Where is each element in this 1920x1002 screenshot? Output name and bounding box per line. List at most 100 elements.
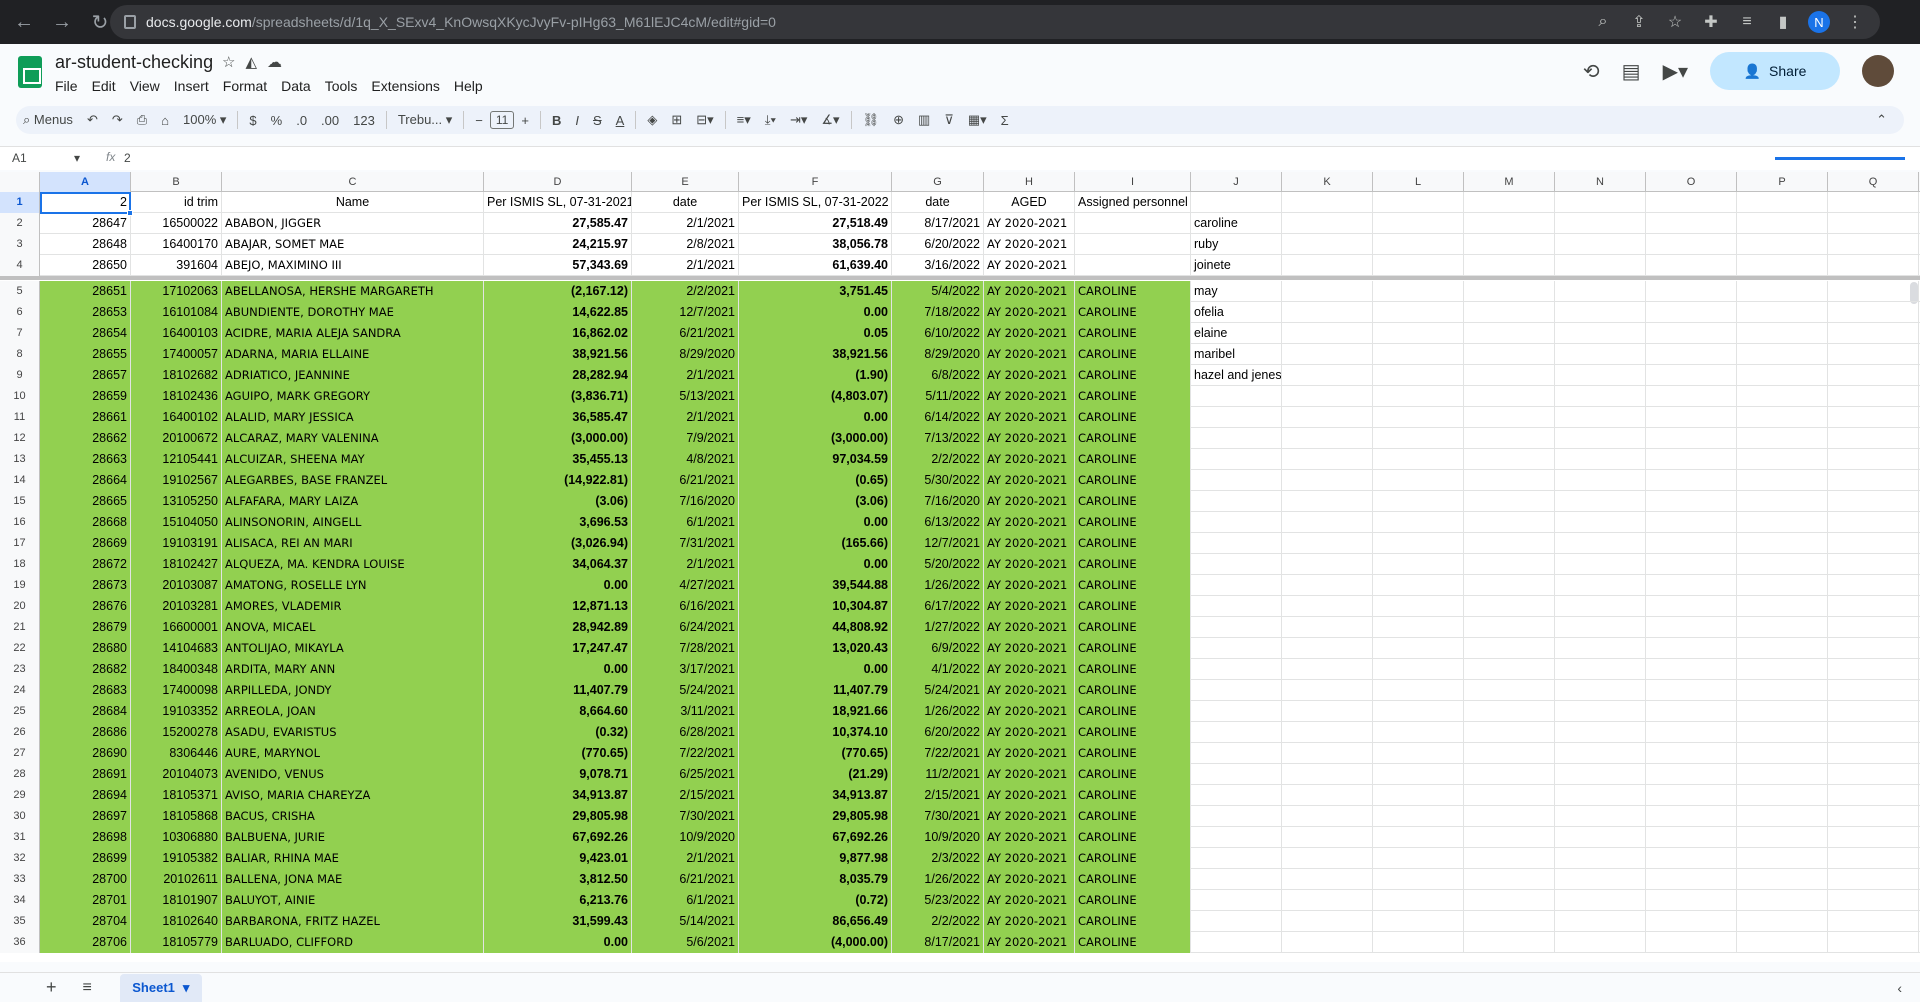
cell-a3[interactable]: 28648 (40, 234, 131, 255)
cell-b17[interactable]: 19103191 (131, 533, 222, 554)
cell-g33[interactable]: 1/26/2022 (892, 869, 984, 890)
cell-m12[interactable] (1464, 428, 1555, 449)
cell-k24[interactable] (1282, 680, 1373, 701)
cell-g3[interactable]: 6/20/2022 (892, 234, 984, 255)
cell-f31[interactable]: 67,692.26 (739, 827, 892, 848)
cell-m28[interactable] (1464, 764, 1555, 785)
cell-e12[interactable]: 7/9/2021 (632, 428, 739, 449)
cell-k12[interactable] (1282, 428, 1373, 449)
cell-b8[interactable]: 17400057 (131, 344, 222, 365)
formula-input[interactable]: 2 (124, 151, 131, 165)
cell-m8[interactable] (1464, 344, 1555, 365)
cell-c15[interactable]: ALFAFARA, MARY LAIZA (222, 491, 484, 512)
cell-m1[interactable] (1464, 192, 1555, 213)
cell-n18[interactable] (1555, 554, 1646, 575)
cell-k14[interactable] (1282, 470, 1373, 491)
cell-o29[interactable] (1646, 785, 1737, 806)
cell-a11[interactable]: 28661 (40, 407, 131, 428)
cell-f3[interactable]: 38,056.78 (739, 234, 892, 255)
cell-k4[interactable] (1282, 255, 1373, 276)
side-panel-icon[interactable]: ▮ (1772, 12, 1794, 32)
menu-view[interactable]: View (123, 76, 167, 96)
row-number[interactable]: 25 (0, 701, 40, 722)
cell-i24[interactable]: CAROLINE (1075, 680, 1191, 701)
cell-k13[interactable] (1282, 449, 1373, 470)
cell-f5[interactable]: 3,751.45 (739, 281, 892, 302)
cell-k26[interactable] (1282, 722, 1373, 743)
cell-q33[interactable] (1828, 869, 1919, 890)
cell-i21[interactable]: CAROLINE (1075, 617, 1191, 638)
cell-b15[interactable]: 13105250 (131, 491, 222, 512)
cell-h2[interactable]: AY 2020-2021 (984, 213, 1075, 234)
cell-k1[interactable] (1282, 192, 1373, 213)
cell-o21[interactable] (1646, 617, 1737, 638)
cell-k16[interactable] (1282, 512, 1373, 533)
cell-f1[interactable]: Per ISMIS SL, 07-31-2022 (739, 192, 892, 213)
cell-j5[interactable]: may (1191, 281, 1282, 302)
cell-f24[interactable]: 11,407.79 (739, 680, 892, 701)
cell-g2[interactable]: 8/17/2021 (892, 213, 984, 234)
cell-f25[interactable]: 18,921.66 (739, 701, 892, 722)
cell-a7[interactable]: 28654 (40, 323, 131, 344)
cell-k6[interactable] (1282, 302, 1373, 323)
cell-g8[interactable]: 8/29/2020 (892, 344, 984, 365)
cell-b6[interactable]: 16101084 (131, 302, 222, 323)
column-header-p[interactable]: P (1737, 172, 1828, 192)
cell-a32[interactable]: 28699 (40, 848, 131, 869)
cell-d33[interactable]: 3,812.50 (484, 869, 632, 890)
cell-q23[interactable] (1828, 659, 1919, 680)
cell-c36[interactable]: BARLUADO, CLIFFORD (222, 932, 484, 953)
cell-j9[interactable]: hazel and jenesel (1191, 365, 1282, 386)
cell-e22[interactable]: 7/28/2021 (632, 638, 739, 659)
cell-j18[interactable] (1191, 554, 1282, 575)
cell-o25[interactable] (1646, 701, 1737, 722)
cell-p21[interactable] (1737, 617, 1828, 638)
cell-h28[interactable]: AY 2020-2021 (984, 764, 1075, 785)
cell-j25[interactable] (1191, 701, 1282, 722)
cell-a8[interactable]: 28655 (40, 344, 131, 365)
cell-a25[interactable]: 28684 (40, 701, 131, 722)
cell-a27[interactable]: 28690 (40, 743, 131, 764)
cell-o30[interactable] (1646, 806, 1737, 827)
cell-k7[interactable] (1282, 323, 1373, 344)
cell-j1[interactable] (1191, 192, 1282, 213)
cell-m5[interactable] (1464, 281, 1555, 302)
cell-b4[interactable]: 391604 (131, 255, 222, 276)
search-menus-icon[interactable]: ⌕ Menus (16, 112, 80, 128)
cell-l1[interactable] (1373, 192, 1464, 213)
cell-g13[interactable]: 2/2/2022 (892, 449, 984, 470)
more-formats-button[interactable]: 123 (346, 113, 382, 128)
column-header-l[interactable]: L (1373, 172, 1464, 192)
cell-q15[interactable] (1828, 491, 1919, 512)
cell-q1[interactable] (1828, 192, 1919, 213)
cell-p23[interactable] (1737, 659, 1828, 680)
cell-l20[interactable] (1373, 596, 1464, 617)
cell-p15[interactable] (1737, 491, 1828, 512)
cell-q10[interactable] (1828, 386, 1919, 407)
cell-q16[interactable] (1828, 512, 1919, 533)
cell-p6[interactable] (1737, 302, 1828, 323)
cell-i28[interactable]: CAROLINE (1075, 764, 1191, 785)
column-header-g[interactable]: G (892, 172, 984, 192)
cell-b9[interactable]: 18102682 (131, 365, 222, 386)
row-number[interactable]: 32 (0, 848, 40, 869)
cell-m21[interactable] (1464, 617, 1555, 638)
cell-f19[interactable]: 39,544.88 (739, 575, 892, 596)
cell-n10[interactable] (1555, 386, 1646, 407)
cell-o23[interactable] (1646, 659, 1737, 680)
cell-o28[interactable] (1646, 764, 1737, 785)
cell-q22[interactable] (1828, 638, 1919, 659)
cell-c14[interactable]: ALEGARBES, BASE FRANZEL (222, 470, 484, 491)
cell-c1[interactable]: Name (222, 192, 484, 213)
cell-g5[interactable]: 5/4/2022 (892, 281, 984, 302)
cell-j33[interactable] (1191, 869, 1282, 890)
cell-m3[interactable] (1464, 234, 1555, 255)
cell-g28[interactable]: 11/2/2021 (892, 764, 984, 785)
cell-l19[interactable] (1373, 575, 1464, 596)
cell-a6[interactable]: 28653 (40, 302, 131, 323)
cell-n9[interactable] (1555, 365, 1646, 386)
column-header-f[interactable]: F (739, 172, 892, 192)
cell-j7[interactable]: elaine (1191, 323, 1282, 344)
cell-k3[interactable] (1282, 234, 1373, 255)
cell-o14[interactable] (1646, 470, 1737, 491)
